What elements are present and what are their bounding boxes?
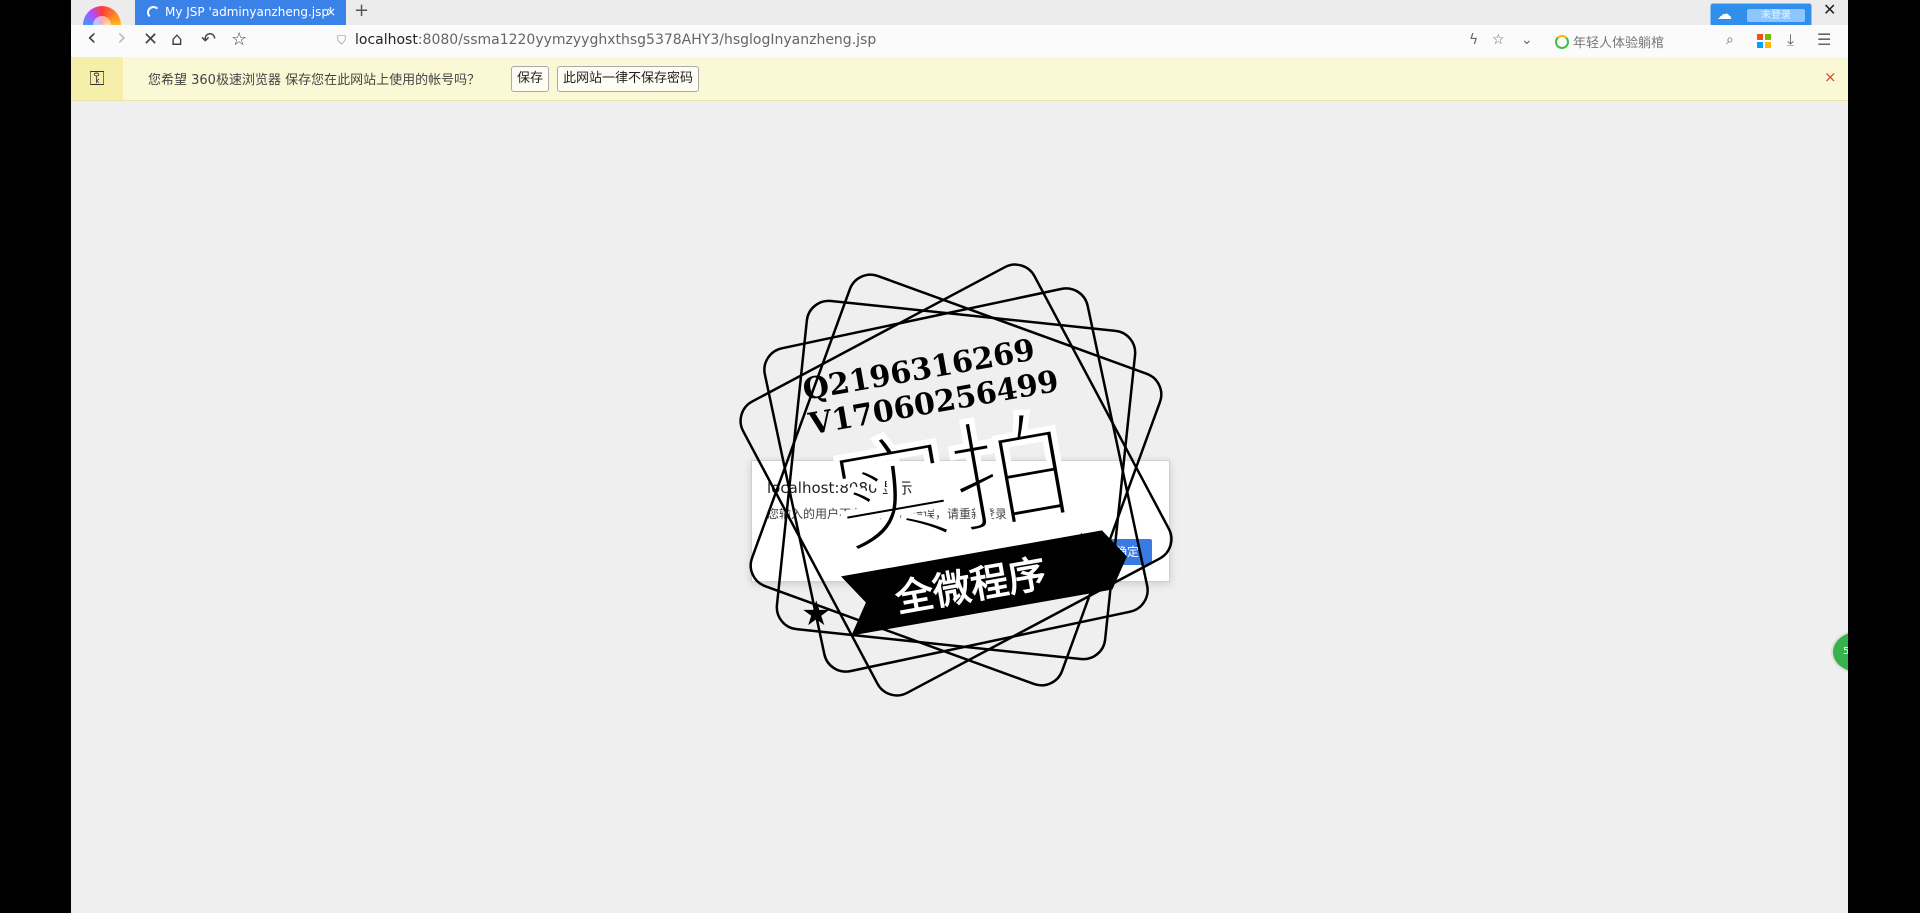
search-placeholder: 年轻人体验躺棺 — [1573, 36, 1665, 51]
search-engine-icon — [1555, 35, 1569, 49]
search-input[interactable]: 年轻人体验躺棺 — [1555, 32, 1664, 51]
watermark-overlay: Q2196316269 V17060256499 实拍 全微程序 ★ ★ — [739, 263, 1173, 697]
floating-badge[interactable]: 53 — [1831, 630, 1848, 674]
chevron-down-icon[interactable]: ⌄ — [1521, 32, 1533, 48]
password-bar-message: 您希望 360极速浏览器 保存您在此网站上使用的帐号吗？ — [148, 73, 481, 88]
new-tab-button[interactable]: + — [354, 0, 369, 22]
url-path: :8080/ssma1220yymzyyghxthsg5378AHY3/hsgl… — [417, 32, 877, 48]
browser-window: My JSP 'adminyanzheng.jsp' × + ☁ 未登录 ✕ ‹… — [71, 0, 1848, 913]
cloud-icon: ☁ — [1717, 5, 1732, 23]
loading-spinner-icon — [147, 6, 160, 19]
bookmark-star-icon[interactable]: ☆ — [1492, 32, 1505, 48]
star-icon: ★ — [1066, 526, 1096, 566]
key-icon: ⚿ — [71, 57, 123, 100]
shield-icon: ⛉ — [337, 33, 347, 47]
lightning-icon[interactable]: ϟ — [1469, 32, 1478, 48]
never-save-button[interactable]: 此网站一律不保存密码 — [557, 66, 700, 92]
apps-grid-icon[interactable] — [1757, 34, 1771, 48]
tab-title: My JSP 'adminyanzheng.jsp' — [165, 5, 333, 19]
forward-icon[interactable]: › — [117, 25, 127, 49]
tab-close-icon[interactable]: × — [326, 0, 336, 24]
cloud-login-label: 未登录 — [1747, 9, 1805, 22]
star-icon: ★ — [801, 594, 831, 634]
address-input[interactable]: localhost:8080/ssma1220yymzyyghxthsg5378… — [355, 32, 876, 48]
stop-icon[interactable]: ✕ — [143, 30, 158, 50]
save-password-button[interactable]: 保存 — [511, 66, 550, 92]
cloud-login-button[interactable]: ☁ 未登录 — [1710, 3, 1812, 27]
active-tab[interactable]: My JSP 'adminyanzheng.jsp' × — [135, 0, 346, 25]
password-save-bar: ⚿ 您希望 360极速浏览器 保存您在此网站上使用的帐号吗？ 保存 此网站一律不… — [71, 57, 1848, 101]
url-host: localhost — [355, 32, 418, 48]
undo-icon[interactable]: ↶ — [201, 30, 216, 50]
favorite-star-icon[interactable]: ☆ — [231, 30, 247, 50]
close-icon[interactable]: × — [1824, 68, 1837, 86]
home-icon[interactable]: ⌂ — [171, 30, 182, 50]
download-icon[interactable]: ⤓ — [1787, 30, 1794, 50]
menu-icon[interactable]: ☰ — [1817, 30, 1831, 49]
search-icon[interactable]: ⌕ — [1726, 32, 1734, 48]
back-icon[interactable]: ‹ — [87, 25, 97, 49]
tab-bar: My JSP 'adminyanzheng.jsp' × + ☁ 未登录 ✕ — [71, 0, 1848, 44]
navigation-bar: ‹ › ✕ ⌂ ↶ ☆ ⛉ localhost:8080/ssma1220yym… — [71, 25, 1848, 58]
window-close-icon[interactable]: ✕ — [1823, 0, 1836, 19]
